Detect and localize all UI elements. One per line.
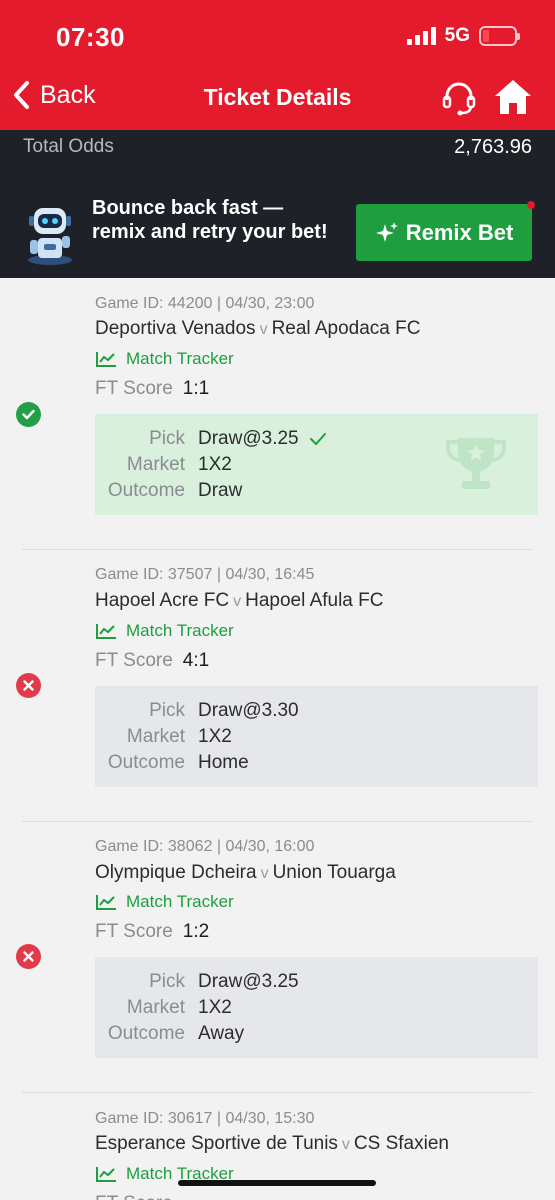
- away-team: Real Apodaca FC: [271, 318, 421, 339]
- pick-row: Pick Draw@3.25: [95, 971, 299, 993]
- ft-score: FT Score 1:2: [95, 921, 209, 943]
- ft-score-label: FT Score: [95, 378, 173, 399]
- away-team: Union Touarga: [272, 862, 396, 883]
- market-value: 1X2: [198, 997, 232, 1018]
- outcome-row: Outcome Away: [95, 1023, 244, 1045]
- outcome-value: Away: [198, 1023, 245, 1044]
- promo-message: Bounce back fast — remix and retry your …: [92, 197, 328, 243]
- away-team: Hapoel Afula FC: [245, 590, 384, 611]
- outcome-label: Outcome: [107, 1023, 185, 1044]
- pick-label: Pick: [149, 700, 185, 721]
- match-tracker-label: Match Tracker: [126, 349, 234, 368]
- line-chart-icon: [96, 624, 116, 639]
- app-header: 07:30 5G Back Ticket Details: [0, 0, 555, 130]
- home-team: Hapoel Acre FC: [95, 590, 230, 611]
- market-label: Market: [126, 726, 185, 747]
- pick-label: Pick: [149, 428, 185, 449]
- ft-score: FT Score: [95, 1193, 173, 1200]
- pick-row: Pick Draw@3.25: [95, 428, 327, 450]
- market-row: Market 1X2: [95, 997, 232, 1019]
- match-tracker-link[interactable]: Match Tracker: [95, 892, 234, 912]
- outcome-value: Home: [198, 752, 249, 773]
- ft-score-value: 1:2: [182, 921, 210, 942]
- total-odds-label: Total Odds: [23, 136, 114, 157]
- outcome-value: Draw: [198, 480, 243, 501]
- network-type: 5G: [444, 25, 470, 46]
- match-tracker-link[interactable]: Match Tracker: [95, 621, 234, 641]
- versus-label: v: [260, 865, 269, 882]
- ft-score: FT Score 4:1: [95, 650, 209, 672]
- market-row: Market 1X2: [95, 726, 232, 748]
- ft-score-value: 4:1: [182, 650, 210, 671]
- pick-details: Pick Draw@3.25 Market 1X2 Outcome Away: [95, 957, 538, 1058]
- outcome-row: Outcome Home: [95, 752, 249, 774]
- pick-row: Pick Draw@3.30: [95, 700, 299, 722]
- pick-details: Pick Draw@3.25 Market 1X2 Outcome Draw: [95, 414, 538, 515]
- trophy-icon: [446, 438, 506, 489]
- pick-value: Draw@3.25: [198, 428, 327, 450]
- total-odds-value: 2,763.96: [454, 136, 532, 158]
- x-circle-icon: [16, 673, 41, 698]
- headset-icon: [442, 82, 476, 116]
- pick-details: Pick Draw@3.30 Market 1X2 Outcome Home: [95, 686, 538, 787]
- home-team: Deportiva Venados: [95, 318, 256, 339]
- ft-score-label: FT Score: [95, 1193, 173, 1200]
- match-teams: Deportiva Venados v Real Apodaca FC: [95, 318, 420, 340]
- match-teams: Hapoel Acre FC v Hapoel Afula FC: [95, 590, 383, 612]
- market-value: 1X2: [198, 726, 232, 747]
- versus-label: v: [233, 593, 242, 610]
- market-row: Market 1X2: [95, 454, 232, 476]
- home-button[interactable]: [493, 78, 533, 121]
- ft-score-label: FT Score: [95, 650, 173, 671]
- pick-text: Draw@3.25: [198, 428, 299, 449]
- versus-label: v: [341, 1136, 350, 1153]
- match-teams: Esperance Sportive de Tunis v CS Sfaxien: [95, 1133, 449, 1155]
- match-teams: Olympique Dcheira v Union Touarga: [95, 862, 396, 884]
- x-circle-icon: [16, 944, 41, 969]
- divider: [22, 821, 533, 822]
- remix-bet-button[interactable]: Remix Bet: [356, 204, 532, 261]
- outcome-label: Outcome: [107, 480, 185, 501]
- battery-icon: [479, 26, 520, 46]
- pick-value: Draw@3.30: [198, 700, 299, 721]
- game-meta: Game ID: 37507 | 04/30, 16:45: [95, 566, 315, 583]
- market-value: 1X2: [198, 454, 232, 475]
- outcome-label: Outcome: [107, 752, 185, 773]
- line-chart-icon: [96, 1167, 116, 1182]
- game-meta: Game ID: 44200 | 04/30, 23:00: [95, 295, 315, 312]
- notification-dot: [527, 201, 535, 209]
- pick-label: Pick: [149, 971, 185, 992]
- ft-score-label: FT Score: [95, 921, 173, 942]
- versus-label: v: [259, 321, 268, 338]
- match-tracker-link[interactable]: Match Tracker: [95, 349, 234, 369]
- home-team: Olympique Dcheira: [95, 862, 257, 883]
- market-label: Market: [126, 454, 185, 475]
- ticket-summary: Total Odds 2,763.96 Bounce back fast — r…: [0, 130, 555, 278]
- home-indicator[interactable]: [178, 1180, 376, 1186]
- market-label: Market: [126, 997, 185, 1018]
- status-time: 07:30: [56, 22, 125, 52]
- home-icon: [495, 80, 531, 114]
- line-chart-icon: [96, 895, 116, 910]
- game-meta: Game ID: 38062 | 04/30, 16:00: [95, 838, 315, 855]
- home-team: Esperance Sportive de Tunis: [95, 1133, 338, 1154]
- check-circle-icon: [16, 402, 41, 427]
- away-team: CS Sfaxien: [353, 1133, 449, 1154]
- signal-icon: [406, 27, 436, 45]
- divider: [22, 549, 533, 550]
- game-meta: Game ID: 30617 | 04/30, 15:30: [95, 1110, 315, 1127]
- line-chart-icon: [96, 352, 116, 367]
- checkmark-icon: [309, 433, 326, 446]
- match-tracker-label: Match Tracker: [126, 621, 234, 640]
- pick-value: Draw@3.25: [198, 971, 299, 992]
- status-indicators: 5G: [406, 25, 520, 47]
- ft-score: FT Score 1:1: [95, 378, 209, 400]
- sparkle-icon: [375, 221, 398, 242]
- robot-mascot-icon: [22, 202, 78, 271]
- remix-bet-label: Remix Bet: [405, 219, 514, 245]
- ft-score-value: 1:1: [182, 378, 210, 399]
- match-tracker-label: Match Tracker: [126, 892, 234, 911]
- outcome-row: Outcome Draw: [95, 480, 242, 502]
- support-button[interactable]: [440, 79, 478, 122]
